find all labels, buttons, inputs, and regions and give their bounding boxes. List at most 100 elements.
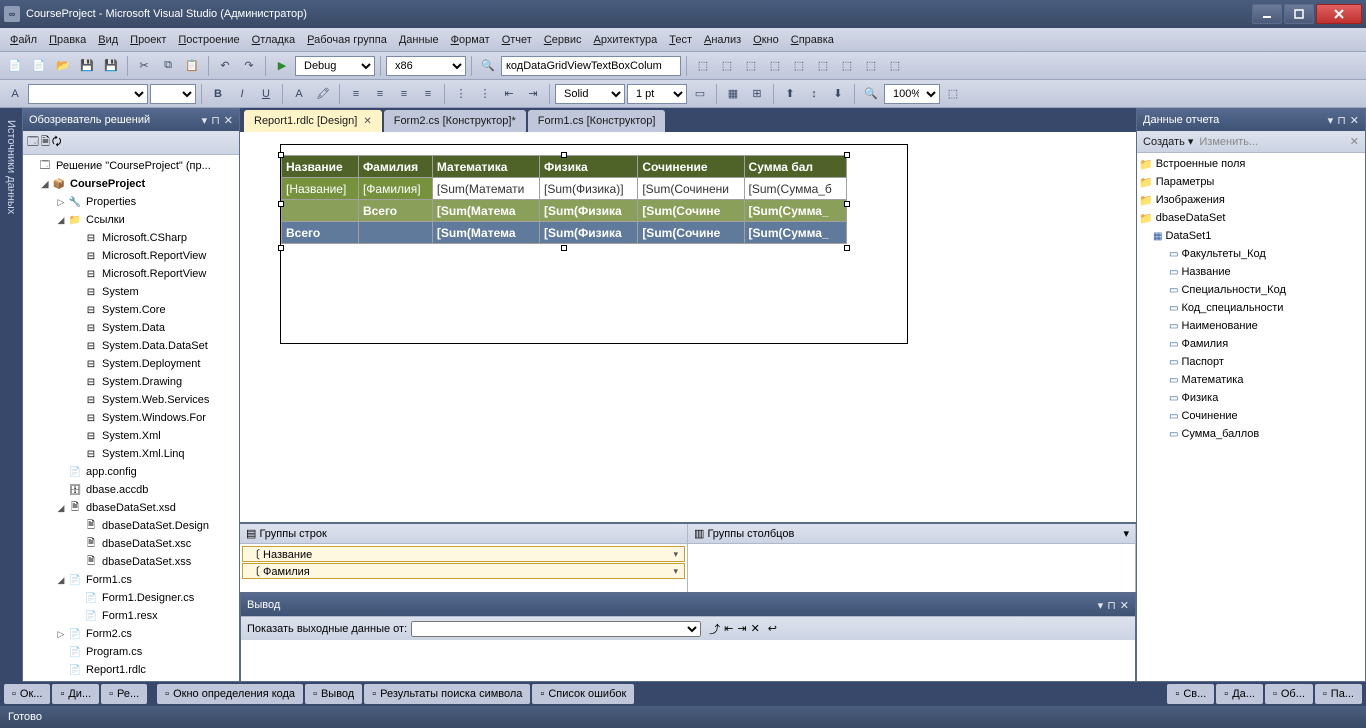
outdent-icon[interactable]: ⇤ [498,83,520,105]
tb-btn-5[interactable]: ⬚ [788,55,810,77]
undo-icon[interactable]: ↶ [214,55,236,77]
tablix-cell[interactable]: [Фамилия] [358,178,432,200]
menu-архитектура[interactable]: Архитектура [588,32,664,48]
bottom-tab[interactable]: ▫Вывод [305,684,362,704]
rd-tree-item[interactable]: Код_специальности [1139,299,1363,317]
menu-построение[interactable]: Построение [172,32,245,48]
tablix-cell[interactable] [358,222,432,244]
tablix-cell[interactable]: Фамилия [358,156,432,178]
rd-tree-item[interactable]: Специальности_Код [1139,281,1363,299]
zoom-icon[interactable]: 🔍 [860,83,882,105]
report-designer[interactable]: НазваниеФамилияМатематикаФизикаСочинение… [240,132,1136,522]
output-next-icon[interactable]: ⇥ [737,622,746,635]
tree-item[interactable]: 🗔Решение "CourseProject" (пр... [25,157,237,175]
rd-edit-button[interactable]: Изменить... [1199,136,1258,148]
border-style-select[interactable]: Solid [555,84,625,104]
add-item-icon[interactable]: 📄 [28,55,50,77]
bottom-tab[interactable]: ▫Результаты поиска символа [364,684,530,704]
italic-icon[interactable]: I [231,83,253,105]
rd-tree-item[interactable]: Паспорт [1139,353,1363,371]
properties-icon[interactable]: 🗔 [27,133,39,152]
menu-окно[interactable]: Окно [747,32,785,48]
tablix-cell[interactable]: [Sum(Физика)] [539,178,637,200]
fontsize-select[interactable] [150,84,196,104]
rd-tree-item[interactable]: Фамилия [1139,335,1363,353]
bold-icon[interactable]: B [207,83,229,105]
tablix[interactable]: НазваниеФамилияМатематикаФизикаСочинение… [281,155,847,244]
save-icon[interactable]: 💾 [76,55,98,77]
align-center-icon[interactable]: ≡ [369,83,391,105]
output-dropdown-icon[interactable]: ▾ [1098,599,1104,612]
tree-item[interactable]: ⊟System.Drawing [25,373,237,391]
bottom-tab[interactable]: ▫Да... [1216,684,1263,704]
tree-item[interactable]: ⊟System.Windows.For [25,409,237,427]
tablix-cell[interactable]: [Sum(Матема [432,200,539,222]
rd-tree-item[interactable]: Математика [1139,371,1363,389]
rd-new-button[interactable]: Создать ▾ [1143,135,1193,148]
tree-item[interactable]: ⊟System.Web.Services [25,391,237,409]
menu-данные[interactable]: Данные [393,32,445,48]
tree-item[interactable]: ⊟Microsoft.CSharp [25,229,237,247]
minimize-button[interactable] [1252,4,1282,24]
tree-item[interactable]: ⊟System.Core [25,301,237,319]
bottom-tab[interactable]: ▫Окно определения кода [157,684,303,704]
align-right-icon[interactable]: ≡ [393,83,415,105]
cut-icon[interactable]: ✂ [133,55,155,77]
rd-tree-item[interactable]: Факультеты_Код [1139,245,1363,263]
row-group-item[interactable]: 〔 Фамилия▾ [242,563,685,579]
numbering-icon[interactable]: ⋮ [474,83,496,105]
start-debug-icon[interactable]: ▶ [271,55,293,77]
tablix-cell[interactable]: Название [282,156,359,178]
col-groups-dropdown-icon[interactable]: ▾ [1123,527,1129,540]
find-icon[interactable]: 🔍 [477,55,499,77]
menu-тест[interactable]: Тест [663,32,698,48]
refresh-icon[interactable]: 🗘 [52,133,62,152]
tb-btn-1[interactable]: ⬚ [692,55,714,77]
output-body[interactable] [241,640,1135,681]
output-wrap-icon[interactable]: ↩ [768,622,777,635]
tree-item[interactable]: ⊟Microsoft.ReportView [25,247,237,265]
align-left-icon[interactable]: ≡ [345,83,367,105]
redo-icon[interactable]: ↷ [238,55,260,77]
tree-item[interactable]: ⊟System.Data.DataSet [25,337,237,355]
align-top-icon[interactable]: ⬆ [779,83,801,105]
bottom-tab[interactable]: ▫Об... [1265,684,1313,704]
rd-tree-item[interactable]: DataSet1 [1139,227,1363,245]
tablix-cell[interactable] [282,200,359,222]
menu-анализ[interactable]: Анализ [698,32,747,48]
tablix-cell[interactable]: Всего [282,222,359,244]
bottom-tab[interactable]: ▫Па... [1315,684,1362,704]
rd-tree-item[interactable]: Сочинение [1139,407,1363,425]
rd-close-icon[interactable]: ✕ [1350,114,1359,127]
tablix-cell[interactable]: [Sum(Сочинени [638,178,744,200]
tablix-cell[interactable]: [Sum(Физика [539,200,637,222]
tree-item[interactable]: 🗎dbaseDataSet.xss [25,553,237,571]
row-group-item[interactable]: 〔 Название▾ [242,546,685,562]
copy-icon[interactable]: ⧉ [157,55,179,77]
border-color-icon[interactable]: ▭ [689,83,711,105]
close-button[interactable] [1316,4,1362,24]
tablix-cell[interactable]: Сумма бал [744,156,846,178]
align-justify-icon[interactable]: ≡ [417,83,439,105]
tablix-cell[interactable]: Математика [432,156,539,178]
panel-dropdown-icon[interactable]: ▾ [202,114,208,127]
panel-pin-icon[interactable]: ⊓ [211,114,220,127]
menu-файл[interactable]: Файл [4,32,43,48]
rd-dropdown-icon[interactable]: ▾ [1328,114,1334,127]
tablix-cell[interactable]: [Sum(Сумма_ [744,222,846,244]
show-all-icon[interactable]: 🗎 [41,133,50,152]
tablix-cell[interactable]: [Название] [282,178,359,200]
tree-item[interactable]: ⊟System [25,283,237,301]
rd-tree-item[interactable]: Встроенные поля [1139,155,1363,173]
paste-icon[interactable]: 📋 [181,55,203,77]
rd-tree-item[interactable]: Изображения [1139,191,1363,209]
tree-item[interactable]: ▷🔧Properties [25,193,237,211]
side-tab-datasources[interactable]: Источники данных [3,112,19,222]
menu-проект[interactable]: Проект [124,32,172,48]
tb-btn-9[interactable]: ⬚ [884,55,906,77]
tablix-cell[interactable]: [Sum(Физика [539,222,637,244]
doc-tab[interactable]: Form2.cs [Конструктор]* [384,110,526,132]
maximize-button[interactable] [1284,4,1314,24]
tree-item[interactable]: 📄app.config [25,463,237,481]
bottom-tab[interactable]: ▫Ре... [101,684,147,704]
